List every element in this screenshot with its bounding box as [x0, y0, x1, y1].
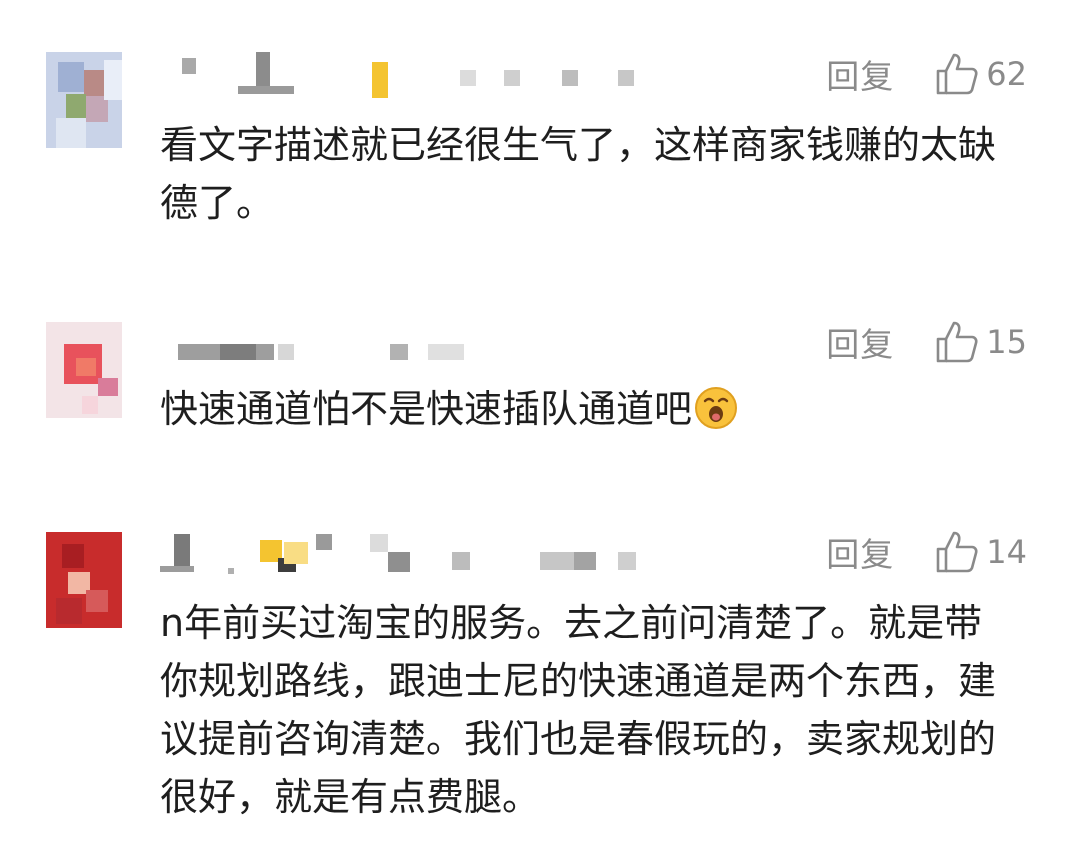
comment-actions: 回复 15: [826, 318, 1027, 366]
like-count: 62: [986, 55, 1027, 93]
reply-button[interactable]: 回复: [826, 528, 894, 576]
like-count: 15: [986, 323, 1027, 361]
username-blurred[interactable]: [160, 530, 640, 590]
like-button[interactable]: 62: [934, 51, 1027, 97]
thumbs-up-icon: [936, 321, 978, 363]
comment-actions: 回复 14: [826, 528, 1027, 576]
avatar[interactable]: [46, 532, 122, 628]
comment-text-row: 快速通道怕不是快速插队通道吧: [160, 380, 1030, 438]
username-blurred[interactable]: [160, 322, 480, 382]
comment-text: 看文字描述就已经很生气了，这样商家钱赚的太缺德了。: [160, 123, 997, 225]
avatar[interactable]: [46, 322, 122, 418]
comment-text: 快速通道怕不是快速插队通道吧: [160, 387, 693, 431]
thumbs-up-icon: [936, 531, 978, 573]
reply-button[interactable]: 回复: [826, 50, 894, 98]
face-emoji-icon: [695, 387, 738, 429]
comment-actions: 回复 62: [826, 50, 1027, 98]
reply-button[interactable]: 回复: [826, 318, 894, 366]
avatar[interactable]: [46, 52, 122, 148]
username-blurred[interactable]: [160, 52, 640, 112]
like-button[interactable]: 15: [934, 319, 1027, 365]
comment-text: n年前买过淘宝的服务。去之前问清楚了。就是带你规划路线，跟迪士尼的快速通道是两个…: [160, 601, 997, 819]
like-count: 14: [986, 533, 1027, 571]
thumbs-up-icon: [936, 53, 978, 95]
like-button[interactable]: 14: [934, 529, 1027, 575]
